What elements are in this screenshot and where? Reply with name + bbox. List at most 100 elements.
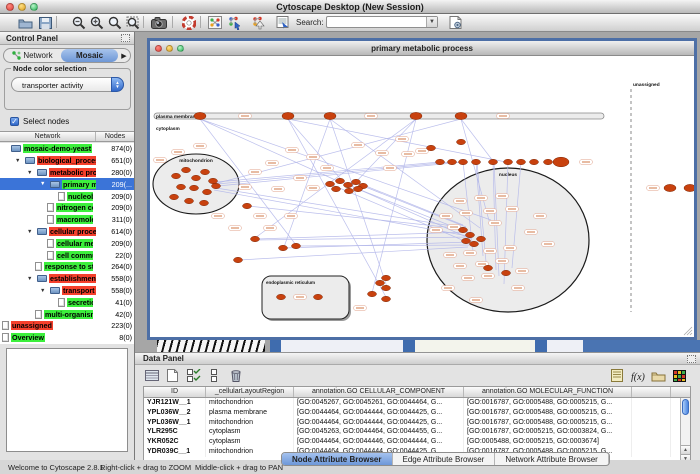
table-cell[interactable]: [GO:0016787, GO:0005488, GO:0005215, G..… (464, 398, 632, 408)
graph-node[interactable] (530, 159, 539, 164)
graph-node[interactable] (466, 232, 475, 237)
table-cell[interactable]: [GO:0044464, GO:0044444, GO:0044425, G..… (294, 408, 464, 418)
graph-node[interactable] (489, 159, 498, 164)
graph-node[interactable] (470, 241, 479, 246)
attribute-matrix-icon[interactable] (143, 368, 160, 383)
scrollbar-thumb[interactable] (682, 399, 689, 415)
table-row[interactable]: YKR052Ccytoplasm[GO:0044464, GO:0044446,… (144, 437, 690, 447)
graph-node[interactable] (200, 200, 209, 205)
node-color-dropdown[interactable]: transporter activity ▲▼ (11, 77, 124, 92)
search-options-icon[interactable] (446, 15, 464, 30)
import-network-arrow-icon[interactable] (250, 15, 268, 30)
dropdown-stepper-icon[interactable]: ▲▼ (111, 77, 124, 92)
zoom-selected-icon[interactable] (106, 15, 124, 30)
table-row[interactable]: YJR121W__1mitochondrion[GO:0045267, GO:0… (144, 398, 690, 408)
network-view-icon[interactable] (206, 15, 224, 30)
table-cell[interactable]: mitochondrion (206, 418, 294, 428)
tab-network[interactable]: Network (4, 49, 61, 62)
column-header[interactable]: annotation.GO MOLECULAR_FUNCTION (464, 387, 632, 397)
tab-edge-attribute-browser[interactable]: Edge Attribute Browser (393, 453, 496, 465)
graph-node[interactable] (243, 203, 252, 208)
select-nodes-checkbox[interactable]: ✓ (10, 117, 19, 126)
graph-node[interactable] (209, 178, 218, 183)
zoom-in-icon[interactable] (88, 15, 106, 30)
tree-column-network[interactable]: Network (0, 132, 96, 141)
graph-node[interactable] (544, 159, 553, 164)
column-header[interactable]: _cellularLayoutRegion (206, 387, 294, 397)
graph-node[interactable] (292, 243, 301, 248)
graph-node[interactable] (212, 183, 221, 188)
network-canvas[interactable]: plasma membranecytoplasmmitochondrionnuc… (150, 56, 694, 337)
graph-node[interactable] (279, 245, 288, 250)
graph-edge[interactable] (330, 119, 480, 228)
notes-icon[interactable] (608, 368, 625, 383)
graph-node[interactable] (170, 194, 179, 199)
tree-row[interactable]: ▼metabolic process280(0) (0, 167, 134, 179)
disclosure-triangle-icon[interactable]: ▼ (40, 181, 45, 187)
graph-node[interactable] (459, 159, 468, 164)
graph-node[interactable] (368, 291, 377, 296)
graph-node[interactable] (455, 112, 467, 119)
tab-network-attribute-browser[interactable]: Network Attribute Browser (495, 453, 608, 465)
heatmap-icon[interactable] (671, 368, 688, 383)
graph-node[interactable] (354, 186, 363, 191)
tree-row[interactable]: secretion41(0) (0, 296, 134, 308)
table-cell[interactable]: cytoplasm (206, 427, 294, 437)
graph-node[interactable] (462, 238, 471, 243)
table-row[interactable]: YPL036W__1mitochondrion[GO:0044464, GO:0… (144, 418, 690, 428)
graph-node[interactable] (344, 182, 353, 187)
unselect-attributes-icon[interactable] (206, 368, 223, 383)
search-dropdown-arrow-icon[interactable]: ▼ (426, 17, 437, 27)
table-cell[interactable]: YLR295C (144, 427, 206, 437)
column-header[interactable] (632, 387, 671, 397)
graph-node[interactable] (336, 178, 345, 183)
graph-node[interactable] (504, 159, 513, 164)
graph-edge[interactable] (372, 119, 416, 293)
graph-node[interactable] (448, 159, 457, 164)
background-window-sliver[interactable] (547, 340, 583, 352)
graph-node[interactable] (484, 265, 493, 270)
graph-edge[interactable] (461, 119, 493, 161)
disclosure-triangle-icon[interactable]: ▼ (40, 288, 45, 294)
background-window-sliver[interactable] (270, 340, 281, 352)
tree-row[interactable]: ▼transport558(0) (0, 285, 134, 297)
graph-node[interactable] (502, 270, 511, 275)
birds-eye-view[interactable] (6, 348, 128, 452)
graph-node[interactable] (352, 179, 361, 184)
tree-row[interactable]: ▼cellular process614(0) (0, 226, 134, 238)
graph-node[interactable] (324, 112, 336, 119)
graph-node[interactable] (234, 257, 243, 262)
table-cell[interactable]: [GO:0044464, GO:0044446, GO:0044444, G..… (294, 437, 464, 447)
delete-attribute-trash-icon[interactable] (227, 368, 244, 383)
table-cell[interactable]: YDR039C__1 (144, 447, 206, 457)
table-row[interactable]: YPL036W__2plasma membrane[GO:0044464, GO… (144, 408, 690, 418)
save-session-icon[interactable] (36, 15, 54, 30)
tree-row[interactable]: cell communicat22(0) (0, 249, 134, 261)
table-cell[interactable]: plasma membrane (206, 408, 294, 418)
graph-node[interactable] (382, 296, 391, 301)
graph-node[interactable] (251, 236, 260, 241)
table-cell[interactable]: [GO:0045267, GO:0045261, GO:0044464, G..… (294, 398, 464, 408)
search-input[interactable]: ▼ (326, 16, 438, 28)
tree-row[interactable]: response to stimulu264(0) (0, 261, 134, 273)
snapshot-camera-icon[interactable] (150, 15, 168, 30)
table-cell[interactable]: YPL036W__2 (144, 408, 206, 418)
tree-row[interactable]: multi-organism pro42(0) (0, 308, 134, 320)
table-scrollbar[interactable]: ▲ ▼ (680, 398, 690, 463)
graph-node[interactable] (553, 157, 569, 167)
table-cell[interactable] (632, 418, 671, 428)
column-header[interactable]: ID (144, 387, 206, 397)
table-cell[interactable] (632, 408, 671, 418)
background-window-sliver[interactable] (583, 340, 700, 352)
help-lifesaver-icon[interactable] (180, 15, 198, 30)
table-cell[interactable]: [GO:0044464, GO:0044444, GO:0044425, G..… (294, 418, 464, 428)
graph-node[interactable] (477, 236, 486, 241)
graph-node[interactable] (201, 169, 210, 174)
tree-row[interactable]: ▼primary metabo209(... (0, 178, 134, 190)
graph-node[interactable] (376, 280, 385, 285)
background-window-sliver[interactable] (281, 340, 403, 352)
table-cell[interactable]: [GO:0045263, GO:0044464, GO:0044455, G..… (294, 427, 464, 437)
table-cell[interactable] (632, 398, 671, 408)
open-file-icon[interactable] (16, 15, 34, 30)
graph-node[interactable] (172, 173, 181, 178)
